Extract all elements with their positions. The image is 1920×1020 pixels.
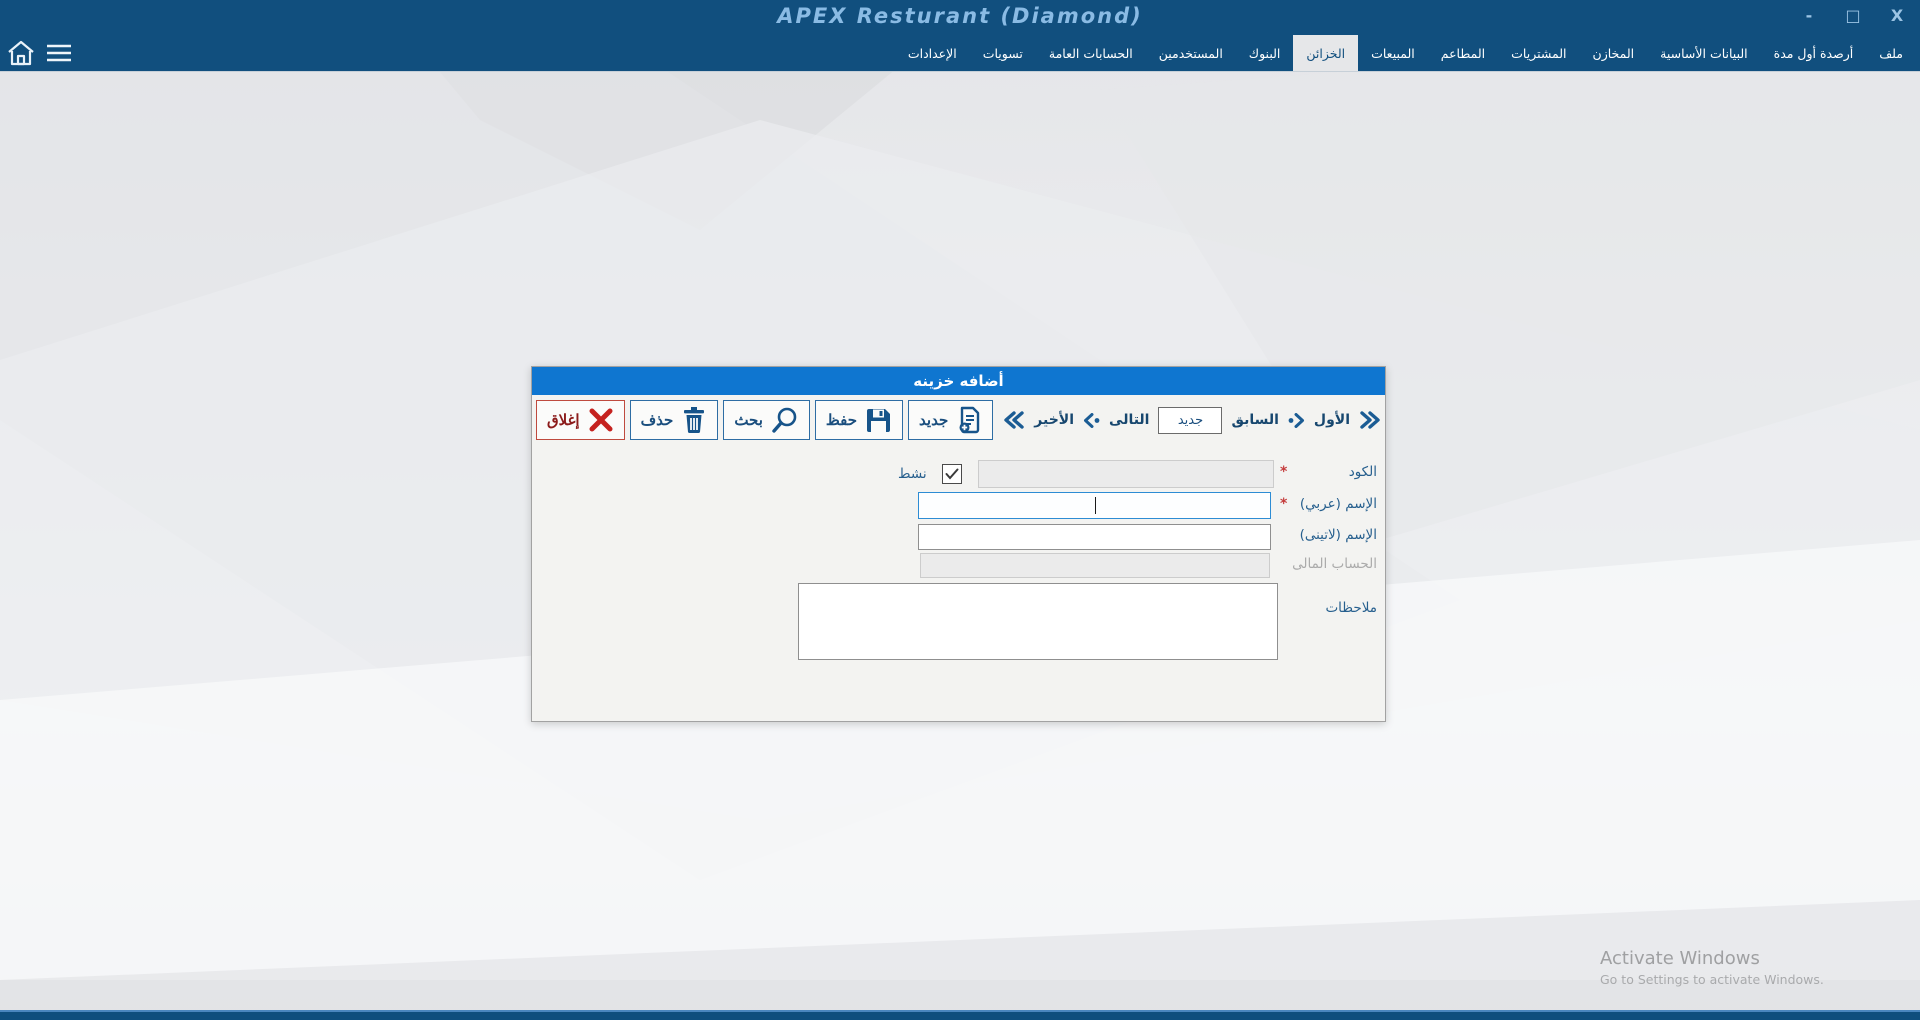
notes-textarea[interactable] bbox=[798, 583, 1278, 660]
delete-trash-icon bbox=[681, 406, 707, 434]
search-button-label: بحث bbox=[734, 411, 763, 429]
financial-account-label: الحساب المالى bbox=[1292, 556, 1377, 572]
code-label: الكود bbox=[1349, 464, 1377, 480]
menu-item-banks[interactable]: البنوك bbox=[1236, 35, 1294, 71]
last-record-icon[interactable] bbox=[1003, 411, 1025, 429]
bottom-status-strip bbox=[0, 1010, 1920, 1020]
close-button[interactable]: إغلاق bbox=[536, 400, 625, 440]
code-input bbox=[978, 460, 1274, 488]
menu-item-opening-balances[interactable]: أرصدة أول مدة bbox=[1761, 35, 1867, 71]
arabic-name-label: الإسم (عربي) bbox=[1300, 496, 1377, 512]
new-document-icon bbox=[956, 406, 982, 434]
active-checkbox[interactable] bbox=[942, 464, 962, 484]
delete-button-label: حذف bbox=[641, 411, 674, 429]
topbar-left-icons bbox=[6, 39, 72, 67]
activate-windows-watermark: Activate Windows Go to Settings to activ… bbox=[1600, 948, 1824, 987]
financial-account-input bbox=[920, 553, 1270, 578]
delete-button[interactable]: حذف bbox=[630, 400, 719, 440]
new-button-label: جديد bbox=[919, 411, 948, 429]
next-record-icon[interactable] bbox=[1083, 413, 1100, 428]
close-button-label: إغلاق bbox=[547, 411, 580, 429]
menu-item-purchases[interactable]: المشتريات bbox=[1498, 35, 1579, 71]
dialog-title: أضافه خزينه bbox=[532, 367, 1385, 395]
arabic-name-required-asterisk: * bbox=[1280, 496, 1287, 512]
notes-label: ملاحظات bbox=[1325, 600, 1377, 616]
close-x-icon bbox=[588, 408, 614, 432]
toolbar-buttons: جديد حفظ bbox=[536, 400, 993, 440]
home-icon[interactable] bbox=[6, 39, 36, 67]
add-treasury-dialog: أضافه خزينه الأول السابق جديد التالى bbox=[531, 366, 1386, 722]
menu-item-general-accounts[interactable]: الحسابات العامة bbox=[1036, 35, 1146, 71]
save-floppy-icon bbox=[865, 407, 892, 434]
nav-last-label[interactable]: الأخير bbox=[1034, 412, 1074, 428]
save-button[interactable]: حفظ bbox=[815, 400, 903, 440]
record-navigator: الأول السابق جديد التالى الأخير bbox=[1003, 407, 1381, 434]
menu-item-warehouses[interactable]: المخازن bbox=[1580, 35, 1648, 71]
menu-item-sales[interactable]: المبيعات bbox=[1358, 35, 1428, 71]
current-record-box[interactable]: جديد bbox=[1158, 407, 1222, 434]
window-close-button[interactable]: X bbox=[1888, 6, 1906, 25]
new-button[interactable]: جديد bbox=[908, 400, 993, 440]
dialog-toolbar: الأول السابق جديد التالى الأخير bbox=[536, 398, 1381, 442]
nav-previous-label[interactable]: السابق bbox=[1231, 412, 1278, 428]
watermark-line2: Go to Settings to activate Windows. bbox=[1600, 972, 1824, 987]
previous-record-icon[interactable] bbox=[1288, 413, 1305, 428]
save-button-label: حفظ bbox=[826, 411, 857, 429]
search-button[interactable]: بحث bbox=[723, 400, 810, 440]
menu-item-treasuries[interactable]: الخزائن bbox=[1293, 35, 1358, 71]
arabic-name-input[interactable] bbox=[918, 492, 1271, 519]
latin-name-input[interactable] bbox=[918, 524, 1271, 550]
latin-name-label: الإسم (لاتينى) bbox=[1300, 527, 1377, 543]
menu-item-basic-data[interactable]: البيانات الأساسية bbox=[1647, 35, 1761, 71]
nav-first-label[interactable]: الأول bbox=[1314, 412, 1350, 428]
app-title: APEX Resturant (Diamond) bbox=[0, 4, 1920, 28]
window-controls: - □ X bbox=[1800, 6, 1906, 25]
menu-item-users[interactable]: المستخدمين bbox=[1146, 35, 1236, 71]
search-magnifier-icon bbox=[771, 406, 799, 434]
watermark-line1: Activate Windows bbox=[1600, 948, 1824, 969]
hamburger-menu-icon[interactable] bbox=[46, 42, 72, 64]
minimize-button[interactable]: - bbox=[1800, 6, 1818, 25]
menu-item-restaurants[interactable]: المطاعم bbox=[1428, 35, 1498, 71]
code-required-asterisk: * bbox=[1280, 464, 1287, 480]
menu-item-settlements[interactable]: تسويات bbox=[970, 35, 1036, 71]
menu-item-settings[interactable]: الإعدادات bbox=[895, 35, 970, 71]
active-label: نشط bbox=[898, 466, 927, 482]
nav-next-label[interactable]: التالى bbox=[1109, 412, 1149, 428]
text-caret bbox=[1095, 497, 1096, 514]
first-record-icon[interactable] bbox=[1359, 411, 1381, 429]
main-menu: ملف أرصدة أول مدة البيانات الأساسية المخ… bbox=[895, 35, 1916, 71]
top-bar: APEX Resturant (Diamond) - □ X ملف أرصدة… bbox=[0, 0, 1920, 72]
menu-item-file[interactable]: ملف bbox=[1866, 35, 1916, 71]
maximize-button[interactable]: □ bbox=[1844, 6, 1862, 25]
